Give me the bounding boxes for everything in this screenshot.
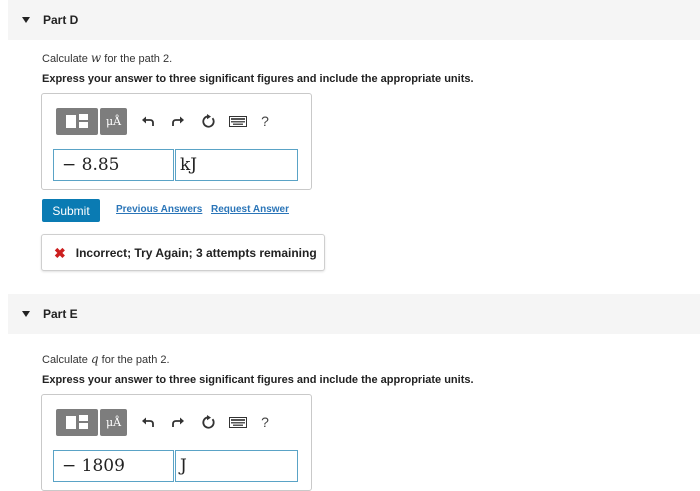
reset-button[interactable]: [193, 409, 223, 436]
keyboard-button[interactable]: [223, 108, 253, 135]
units-button[interactable]: μÅ: [100, 107, 127, 135]
incorrect-x-icon: ✖: [54, 244, 66, 261]
keyboard-button[interactable]: [223, 409, 253, 436]
templates-icon: [66, 415, 88, 429]
part-d-header[interactable]: Part D: [8, 0, 700, 40]
reset-icon: [201, 113, 215, 128]
help-button[interactable]: ?: [253, 409, 277, 436]
feedback-text: Incorrect; Try Again; 3 attempts remaini…: [75, 245, 317, 260]
part-d-question: Calculate w for the path 2.: [42, 51, 173, 65]
part-d-value-input[interactable]: − 8.85: [53, 149, 174, 181]
help-icon: ?: [261, 414, 269, 430]
reset-button[interactable]: [193, 108, 223, 135]
units-button[interactable]: μÅ: [100, 408, 127, 436]
part-e-question: Calculate q for the path 2.: [42, 352, 170, 366]
redo-icon: [172, 116, 184, 126]
part-e-header[interactable]: Part E: [8, 294, 700, 334]
keyboard-icon: [229, 416, 247, 428]
templates-icon: [66, 114, 88, 128]
redo-icon: [172, 417, 184, 427]
help-icon: ?: [261, 113, 269, 129]
units-icon: μÅ: [105, 114, 122, 128]
part-e-instruction: Express your answer to three significant…: [42, 374, 474, 386]
collapse-caret-icon[interactable]: [22, 17, 30, 23]
help-button[interactable]: ?: [253, 108, 277, 135]
reset-icon: [201, 414, 215, 429]
part-d-unit-input[interactable]: kJ: [175, 149, 298, 181]
part-e-answer-box: μÅ ? − 1809 J: [41, 394, 312, 491]
templates-button[interactable]: [56, 408, 98, 436]
part-d-title: Part D: [43, 13, 79, 27]
feedback-message: ✖ Incorrect; Try Again; 3 attempts remai…: [41, 234, 325, 271]
variable-w: w: [90, 51, 102, 65]
undo-button[interactable]: [133, 108, 163, 135]
units-icon: μÅ: [105, 415, 122, 429]
math-toolbar: μÅ ?: [56, 107, 277, 135]
math-toolbar: μÅ ?: [56, 408, 277, 436]
undo-icon: [142, 417, 154, 427]
submit-button[interactable]: Submit: [42, 199, 100, 222]
undo-icon: [142, 116, 154, 126]
part-d-answer-box: μÅ ? − 8.85 kJ: [41, 93, 312, 190]
templates-button[interactable]: [56, 107, 98, 135]
part-e-value-input[interactable]: − 1809: [53, 450, 174, 482]
previous-answers-link[interactable]: Previous Answers: [116, 204, 202, 215]
part-d-instruction: Express your answer to three significant…: [42, 73, 474, 85]
redo-button[interactable]: [163, 108, 193, 135]
redo-button[interactable]: [163, 409, 193, 436]
keyboard-icon: [229, 115, 247, 127]
undo-button[interactable]: [133, 409, 163, 436]
part-e-unit-input[interactable]: J: [175, 450, 298, 482]
collapse-caret-icon[interactable]: [22, 311, 30, 317]
variable-q: q: [90, 352, 99, 366]
part-e-title: Part E: [43, 307, 78, 321]
request-answer-link[interactable]: Request Answer: [211, 204, 289, 215]
